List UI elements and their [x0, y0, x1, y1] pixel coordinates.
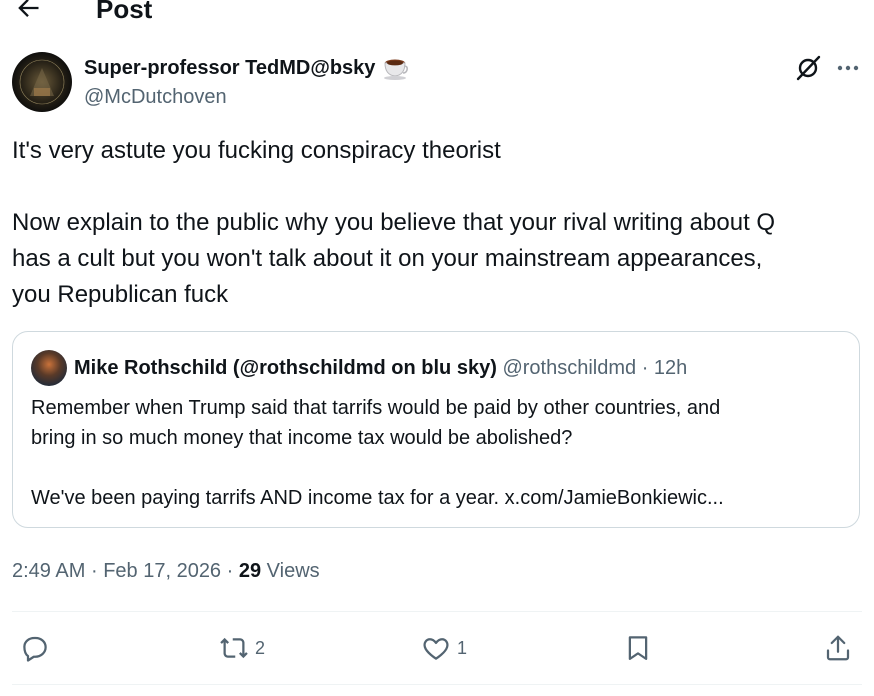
repost-count: 2 — [255, 638, 266, 658]
bookmark-icon — [623, 633, 653, 663]
page-title: Post — [96, 0, 153, 24]
post-text-line: you Republican fuck — [12, 281, 229, 308]
repost-icon — [219, 633, 249, 663]
divider — [12, 684, 862, 685]
author-avatar[interactable] — [12, 52, 72, 112]
author-name[interactable]: Super-professor TedMD@bsky — [84, 55, 375, 81]
quoted-post-time: 12h — [653, 357, 688, 379]
share-button[interactable] — [823, 633, 853, 663]
post-date[interactable]: Feb 17, 2026 — [103, 560, 221, 582]
separator: · — [90, 560, 98, 582]
divider — [12, 611, 862, 612]
reply-icon — [20, 633, 50, 663]
author-handle[interactable]: @McDutchoven — [84, 84, 227, 110]
bookmark-button[interactable] — [623, 633, 653, 663]
repost-button[interactable]: 2 — [219, 633, 265, 663]
more-dots-icon — [837, 65, 859, 71]
heart-icon — [421, 633, 451, 663]
quoted-text-line: bring in so much money that income tax w… — [31, 427, 573, 449]
post-text-line: Now explain to the public why you believ… — [12, 209, 776, 236]
quoted-post-header: Mike Rothschild (@rothschildmd on blu sk… — [74, 355, 687, 381]
views-count: 29 — [238, 560, 262, 582]
share-icon — [823, 633, 853, 663]
like-count: 1 — [457, 638, 468, 658]
grok-button[interactable] — [794, 54, 822, 82]
teacup-icon — [381, 55, 409, 81]
like-button[interactable]: 1 — [421, 633, 467, 663]
post-time[interactable]: 2:49 AM — [12, 560, 85, 582]
quoted-author-avatar — [31, 350, 67, 386]
separator: · — [226, 560, 234, 582]
quoted-text-line: Remember when Trump said that tarrifs wo… — [31, 397, 721, 419]
arrow-left-icon — [18, 0, 39, 17]
quoted-author-handle: @rothschildmd — [502, 357, 637, 379]
back-button[interactable] — [14, 0, 42, 22]
post-text-line: It's very astute you fucking conspiracy … — [12, 137, 501, 164]
quoted-author-name: Mike Rothschild (@rothschildmd on blu sk… — [74, 357, 497, 379]
quoted-text-line: We've been paying tarrifs AND income tax… — [31, 487, 724, 509]
views-label: Views — [266, 560, 320, 582]
post-meta: 2:49 AM · Feb 17, 2026 · 29 Views — [12, 557, 320, 585]
separator: · — [641, 357, 649, 379]
grok-icon — [796, 55, 821, 81]
reply-button[interactable] — [20, 633, 56, 663]
more-options-button[interactable] — [834, 54, 862, 82]
post-text-line: has a cult but you won't talk about it o… — [12, 245, 763, 272]
author-name-row[interactable]: Super-professor TedMD@bsky — [84, 55, 409, 81]
